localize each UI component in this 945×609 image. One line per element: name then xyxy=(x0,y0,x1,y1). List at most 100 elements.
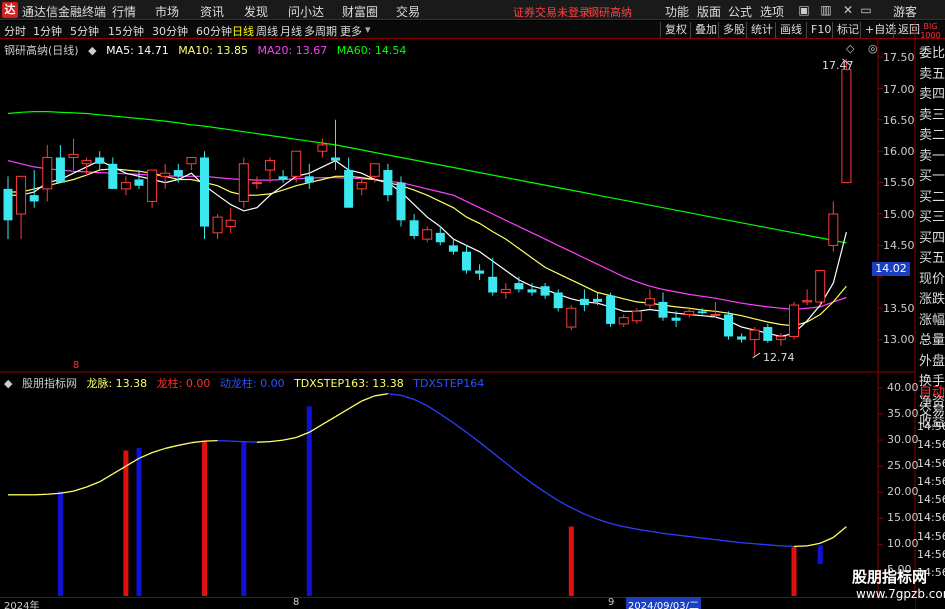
quote-sell3[interactable]: 卖三 xyxy=(918,106,945,127)
tick-time: 14:56 xyxy=(917,511,945,525)
tick-time: 14:56 xyxy=(917,438,945,452)
longmai-segment xyxy=(335,408,349,418)
candle xyxy=(763,323,773,343)
candle-body xyxy=(606,295,616,324)
quote-buy3[interactable]: 买三 xyxy=(918,208,945,229)
y-tick: 16.00 xyxy=(883,145,915,158)
candle-body xyxy=(173,170,183,177)
candle-body xyxy=(815,270,826,303)
watermark-title: 股朋指标网 xyxy=(852,568,928,586)
longmai-segment xyxy=(400,394,415,401)
trade-link[interactable]: 交易 xyxy=(918,402,945,421)
longmai-segment xyxy=(282,436,297,441)
quote-change[interactable]: 涨跌 xyxy=(918,290,945,311)
quote-weibi[interactable]: 委比 xyxy=(918,44,945,65)
longmai-segment xyxy=(793,545,808,548)
tick-time: 14:56 xyxy=(917,456,945,470)
candle-body xyxy=(42,156,53,190)
ind-y-tick: 20.00 xyxy=(887,485,919,498)
low-price-label: 12.74 xyxy=(763,351,795,364)
current-price-badge: 14.02 xyxy=(872,262,910,276)
candle xyxy=(278,170,288,183)
ind-diamond-icon[interactable]: ◆ xyxy=(4,377,12,390)
candle-body xyxy=(475,270,485,274)
candle xyxy=(684,308,695,318)
candle-body xyxy=(422,229,433,240)
y-tick: 17.50 xyxy=(883,51,915,64)
candle xyxy=(108,157,118,189)
candle-body xyxy=(304,176,314,183)
longmai-segment xyxy=(610,522,624,528)
candle xyxy=(344,157,354,208)
quote-sell2[interactable]: 卖二 xyxy=(918,126,945,147)
quote-buy2[interactable]: 买二 xyxy=(918,188,945,209)
quote-buy1[interactable]: 买一 xyxy=(918,167,945,188)
settings-circle-icon[interactable]: ◎ xyxy=(868,42,878,55)
longzhu-label: 龙柱: 0.00 xyxy=(156,377,211,390)
longmai-segment xyxy=(662,532,677,536)
quote-volume[interactable]: 总量 xyxy=(918,331,945,352)
candle xyxy=(200,151,209,240)
big-label: BIG 1000 xyxy=(916,22,945,42)
ma10-line xyxy=(8,168,847,327)
red-pillar xyxy=(568,526,574,596)
longmai-segment xyxy=(571,507,585,515)
candle-body xyxy=(344,170,354,208)
longmai-segment xyxy=(754,543,768,546)
candle-body xyxy=(684,310,695,315)
red-pillar xyxy=(791,545,797,596)
quote-panel: 委比 卖五 卖四 卖三 卖二 卖一 买一 买二 买三 买四 买五 现价 涨跌 涨… xyxy=(918,44,945,434)
longmai-segment xyxy=(73,486,87,492)
expand-diamond-icon[interactable]: ◇ xyxy=(846,42,854,55)
candle-body xyxy=(331,157,340,161)
candle xyxy=(251,176,262,189)
candle-body xyxy=(593,298,602,302)
quote-outer[interactable]: 外盘 xyxy=(918,352,945,373)
candle-body xyxy=(186,156,197,165)
candle xyxy=(120,176,131,196)
blue-pillar xyxy=(241,441,247,596)
candle-body xyxy=(579,298,589,306)
longmai-segment xyxy=(702,537,716,541)
candle xyxy=(317,138,328,158)
candle-body xyxy=(55,157,65,183)
candle-body xyxy=(749,329,760,341)
candle-body xyxy=(317,144,328,152)
candle-body xyxy=(278,176,288,180)
candle xyxy=(422,226,433,243)
candle-body xyxy=(710,313,721,316)
indicator-name[interactable]: 股朋指标网 xyxy=(22,377,77,390)
ind-y-tick: 25.00 xyxy=(887,459,919,472)
auto-trade[interactable]: 自动 xyxy=(918,383,945,402)
longmai-segment xyxy=(269,439,284,443)
candle-body xyxy=(462,251,471,271)
kline-chart[interactable] xyxy=(0,0,945,609)
candle-body xyxy=(514,283,524,290)
tick-time: 14:56 xyxy=(917,474,945,488)
quote-buy4[interactable]: 买四 xyxy=(918,229,945,250)
longmai-segment xyxy=(178,442,192,446)
candle-body xyxy=(448,245,458,252)
year-label: 2024年 xyxy=(4,601,40,609)
candle-body xyxy=(120,182,131,190)
candle-body xyxy=(16,175,27,215)
blue-pillar xyxy=(817,545,823,565)
quote-price[interactable]: 现价 xyxy=(918,270,945,291)
longmai-segment xyxy=(479,441,494,454)
low-arrow xyxy=(752,352,761,359)
longmai-segment xyxy=(832,526,847,539)
longmai-segment xyxy=(623,525,637,530)
ma60-line xyxy=(7,110,847,244)
quote-sell5[interactable]: 卖五 xyxy=(918,65,945,86)
quote-buy5[interactable]: 买五 xyxy=(918,249,945,270)
quote-pct[interactable]: 涨幅 xyxy=(918,311,945,332)
longmai-segment xyxy=(86,481,100,488)
y-tick: 16.50 xyxy=(883,114,915,127)
candle-body xyxy=(3,188,13,221)
quote-sell4[interactable]: 卖四 xyxy=(918,85,945,106)
candle-body xyxy=(435,232,445,243)
longmai-segment xyxy=(466,431,480,443)
candle xyxy=(644,289,655,309)
candle xyxy=(724,311,733,340)
quote-sell1[interactable]: 卖一 xyxy=(918,147,945,168)
